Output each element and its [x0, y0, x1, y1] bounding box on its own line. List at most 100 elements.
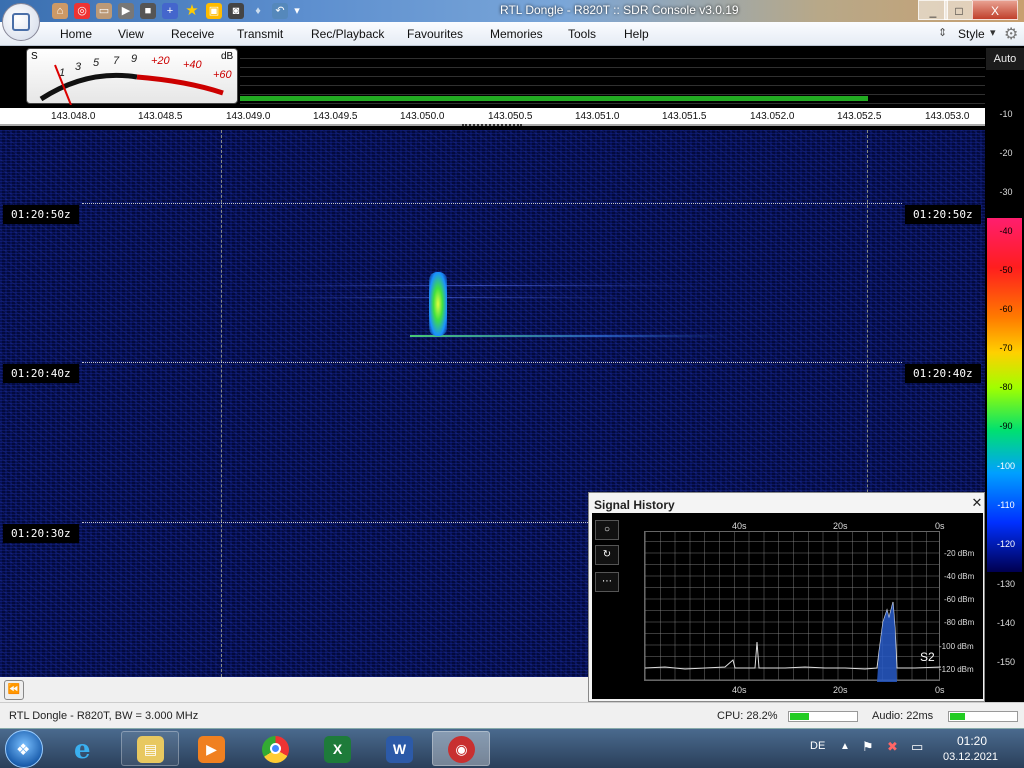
start-button[interactable]: ❖: [5, 730, 43, 768]
timestamp-right: 01:20:50z: [905, 205, 981, 224]
windows-logo-icon: ❖: [16, 742, 31, 759]
chrome-icon: [262, 736, 289, 763]
tray-network-icon[interactable]: ✖: [887, 739, 898, 755]
play-icon[interactable]: ▶: [118, 3, 134, 19]
time-marker-line: [82, 362, 902, 363]
cpu-meter: [788, 711, 858, 722]
menu-receive[interactable]: Receive: [171, 27, 214, 41]
history-x-label: 0s: [935, 521, 945, 531]
db-label: -30: [999, 187, 1013, 197]
timestamp-left: 01:20:30z: [3, 524, 79, 543]
audio-meter-fill: [950, 713, 965, 720]
home-icon[interactable]: ⌂: [52, 3, 68, 19]
settings-gear-icon[interactable]: ⚙: [1004, 24, 1018, 44]
menu-rec-playback[interactable]: Rec/Playback: [311, 27, 384, 41]
undo-icon[interactable]: ↶: [272, 3, 288, 19]
maximize-button[interactable]: □: [944, 0, 974, 20]
menu-home[interactable]: Home: [60, 27, 92, 41]
menu-tools[interactable]: Tools: [568, 27, 596, 41]
language-indicator[interactable]: DE: [810, 740, 825, 752]
taskbar-chrome[interactable]: [246, 731, 304, 766]
history-y-label: -100 dBm: [939, 642, 974, 651]
s-reading: S2: [920, 650, 935, 664]
db-label: -130: [996, 579, 1015, 589]
reset-button[interactable]: ↻: [595, 545, 619, 565]
splitter-handle[interactable]: [462, 124, 522, 126]
filter-edge-left[interactable]: [221, 130, 222, 677]
signal-history-plot[interactable]: [644, 531, 941, 682]
signal-burst: [429, 272, 447, 336]
signal-history-panel: Signal History ✕ ○ ↻ ⋯ 40s 20s 0s 40s 20…: [588, 492, 985, 702]
menu-favourites[interactable]: Favourites: [407, 27, 463, 41]
freq-label: 143.052.5: [837, 111, 882, 122]
waterfall-footer: [0, 677, 592, 702]
stop-icon[interactable]: ■: [140, 3, 156, 19]
signal-trace: [250, 285, 710, 286]
db-label: -50: [999, 265, 1013, 275]
rewind-button[interactable]: ⏪: [4, 680, 24, 700]
application-menu-button[interactable]: [2, 3, 40, 41]
history-y-label: -120 dBm: [939, 665, 974, 674]
more-options-button[interactable]: ⋯: [595, 572, 619, 592]
sdr-console-icon: ◉: [448, 736, 475, 763]
drop-icon[interactable]: ♦: [250, 3, 266, 19]
taskbar-excel[interactable]: X: [308, 731, 366, 766]
db-label: -80: [999, 382, 1013, 392]
menu-view[interactable]: View: [118, 27, 144, 41]
quick-access-dropdown-icon[interactable]: ▾: [292, 3, 302, 19]
add-icon[interactable]: +: [162, 3, 178, 19]
rewind-icon: ⏪: [7, 684, 21, 695]
record-circle-button[interactable]: ○: [595, 520, 619, 540]
style-dropdown-icon[interactable]: ▾: [990, 26, 996, 39]
time-marker-line: [82, 522, 588, 523]
taskbar-sdr-console[interactable]: ◉: [432, 731, 490, 766]
freq-label: 143.051.5: [662, 111, 707, 122]
db-label: -10: [999, 109, 1013, 119]
tray-flag-icon[interactable]: ⚑: [862, 739, 874, 755]
tray-time[interactable]: 01:20: [957, 734, 987, 748]
menu-transmit[interactable]: Transmit: [237, 27, 283, 41]
device-status: RTL Dongle - R820T, BW = 3.000 MHz: [9, 710, 199, 722]
db-label: -140: [996, 618, 1015, 628]
cpu-meter-fill: [790, 713, 809, 720]
history-x-label: 20s: [833, 685, 848, 695]
auto-scale-button[interactable]: Auto: [986, 48, 1024, 70]
freq-label: 143.050.0: [400, 111, 445, 122]
taskbar-word[interactable]: W: [370, 731, 428, 766]
menu-memories[interactable]: Memories: [490, 27, 543, 41]
style-menu[interactable]: Style: [958, 27, 985, 41]
spectrum-trace: [240, 96, 868, 101]
folder-icon[interactable]: ▭: [96, 3, 112, 19]
tray-monitor-icon[interactable]: ▭: [911, 739, 923, 755]
window-title: RTL Dongle - R820T :: SDR Console v3.0.1…: [500, 3, 739, 17]
taskbar-explorer[interactable]: ▤: [121, 731, 179, 766]
tray-expand-icon[interactable]: ▲: [840, 741, 850, 752]
lock-icon[interactable]: ▣: [206, 3, 222, 19]
taskbar-internet-explorer[interactable]: e: [68, 733, 110, 765]
favourite-star-icon[interactable]: ★: [184, 3, 200, 19]
signal-history-close-icon[interactable]: ✕: [970, 496, 984, 510]
close-button[interactable]: X: [972, 0, 1018, 20]
timestamp-right: 01:20:40z: [905, 364, 981, 383]
tray-date[interactable]: 03.12.2021: [943, 751, 998, 763]
freq-label: 143.049.5: [313, 111, 358, 122]
freq-label: 143.049.0: [226, 111, 271, 122]
freq-label: 143.048.5: [138, 111, 183, 122]
db-label: -20: [999, 148, 1013, 158]
menu-help[interactable]: Help: [624, 27, 649, 41]
taskbar-media-player[interactable]: ▶: [182, 731, 240, 766]
audio-status: Audio: 22ms: [872, 710, 934, 722]
db-label: -100: [996, 461, 1015, 471]
time-marker-line: [82, 203, 902, 204]
signal-trace: [260, 297, 640, 298]
style-arrows-icon[interactable]: ⇕: [938, 26, 947, 39]
camera-icon[interactable]: ◙: [228, 3, 244, 19]
db-label: -40: [999, 226, 1013, 236]
word-icon: W: [386, 736, 413, 763]
history-x-label: 0s: [935, 685, 945, 695]
lifebuoy-icon[interactable]: ◎: [74, 3, 90, 19]
app-logo-icon: [12, 13, 30, 31]
signal-history-title: Signal History: [594, 498, 675, 512]
frequency-scale[interactable]: 143.048.0 143.048.5 143.049.0 143.049.5 …: [0, 108, 985, 126]
history-trace: [645, 601, 941, 682]
